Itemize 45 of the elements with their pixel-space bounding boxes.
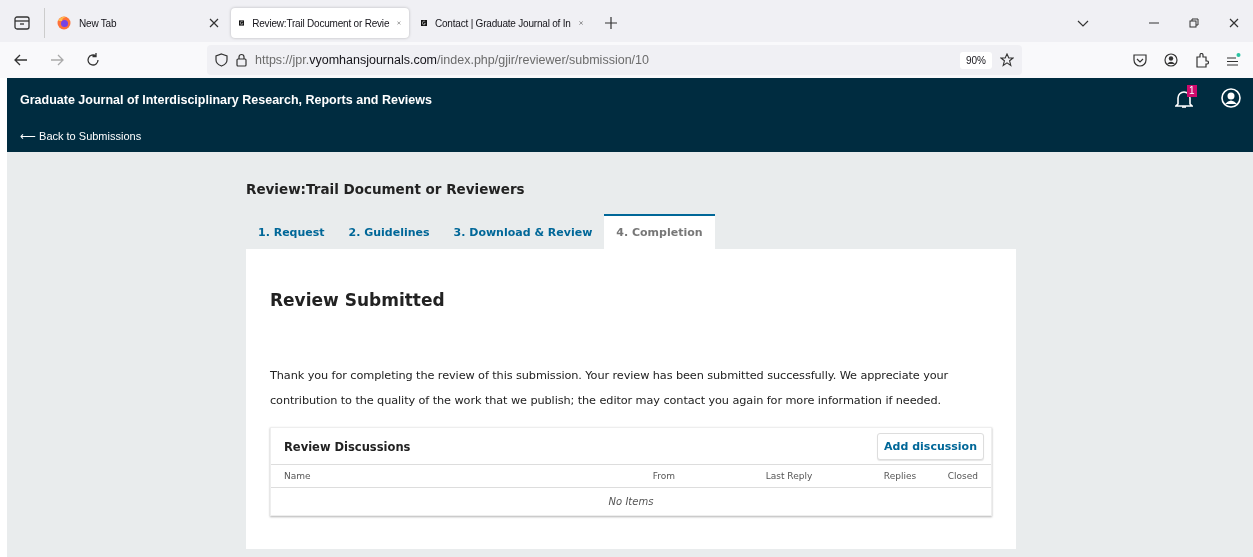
tab-title: Review:Trail Document or Revie xyxy=(252,17,390,29)
add-discussion-button[interactable]: Add discussion xyxy=(877,433,984,460)
column-header: From xyxy=(651,471,677,481)
address-bar[interactable]: https://jpr.vyomhansjournals.com/index.php/gjir/reviewer/submission/10 90% xyxy=(207,45,1022,75)
column-header: Closed xyxy=(946,471,978,481)
tab-list-icon[interactable] xyxy=(14,16,30,30)
browser-tab[interactable]: Review:Trail Document or Revie xyxy=(231,8,409,38)
step-tab[interactable]: 3. Download & Review xyxy=(441,214,605,249)
section-heading: Review Submitted xyxy=(270,290,446,310)
browser-tab[interactable]: New Tab xyxy=(49,8,227,38)
tab-title: Contact | Graduate Journal of In xyxy=(435,17,571,29)
pocket-icon[interactable] xyxy=(1133,53,1147,67)
column-header: Replies xyxy=(882,471,918,481)
step-tab[interactable]: 2. Guidelines xyxy=(336,214,442,249)
empty-message: No Items xyxy=(607,495,655,509)
journal-title: Graduate Journal of Interdisciplinary Research, Reports and Reviews xyxy=(20,93,432,107)
star-icon[interactable] xyxy=(1000,53,1014,67)
back-icon[interactable] xyxy=(14,54,28,66)
notification-badge: 1 xyxy=(1187,85,1197,97)
forward-icon xyxy=(50,54,64,66)
browser-logo-icon xyxy=(57,16,71,30)
step-tab[interactable]: 1. Request xyxy=(246,214,337,249)
back-link[interactable]: ⟵ Back to Submissions xyxy=(20,130,142,143)
shield-icon[interactable] xyxy=(215,53,228,67)
user-avatar-icon[interactable] xyxy=(1221,88,1241,108)
lock-icon[interactable] xyxy=(236,53,247,67)
restore-icon[interactable] xyxy=(1189,18,1199,28)
confirmation-message: Thank you for completing the review of this submission. Your review has been submitted successfully. We appreciate your contribution to the quality of the work that we publish; the editor may contact you again for more information if needed. xyxy=(270,368,950,409)
step-tab[interactable]: 4. Completion xyxy=(604,214,715,249)
close-tab-icon[interactable] xyxy=(209,18,219,28)
column-header: Name xyxy=(284,471,312,481)
extensions-icon[interactable] xyxy=(1195,52,1209,68)
menu-icon[interactable] xyxy=(1226,53,1241,67)
url-text: https://jpr.vyomhansjournals.com/index.php/gjir/reviewer/submission/10 xyxy=(255,53,650,67)
page-title: Review:Trail Document or Reviewers xyxy=(246,181,526,197)
panel-title: Review Discussions xyxy=(284,439,411,454)
zoom-level[interactable]: 90% xyxy=(960,51,992,69)
column-header: Last Reply xyxy=(764,471,814,481)
account-icon[interactable] xyxy=(1164,53,1178,67)
tab-title: New Tab xyxy=(79,17,118,29)
chevron-down-icon[interactable] xyxy=(1077,19,1089,27)
reload-icon[interactable] xyxy=(86,53,100,67)
new-tab-icon[interactable] xyxy=(605,17,617,29)
close-window-icon[interactable] xyxy=(1229,18,1239,28)
browser-tab[interactable]: Contact | Graduate Journal of In xyxy=(413,8,591,38)
